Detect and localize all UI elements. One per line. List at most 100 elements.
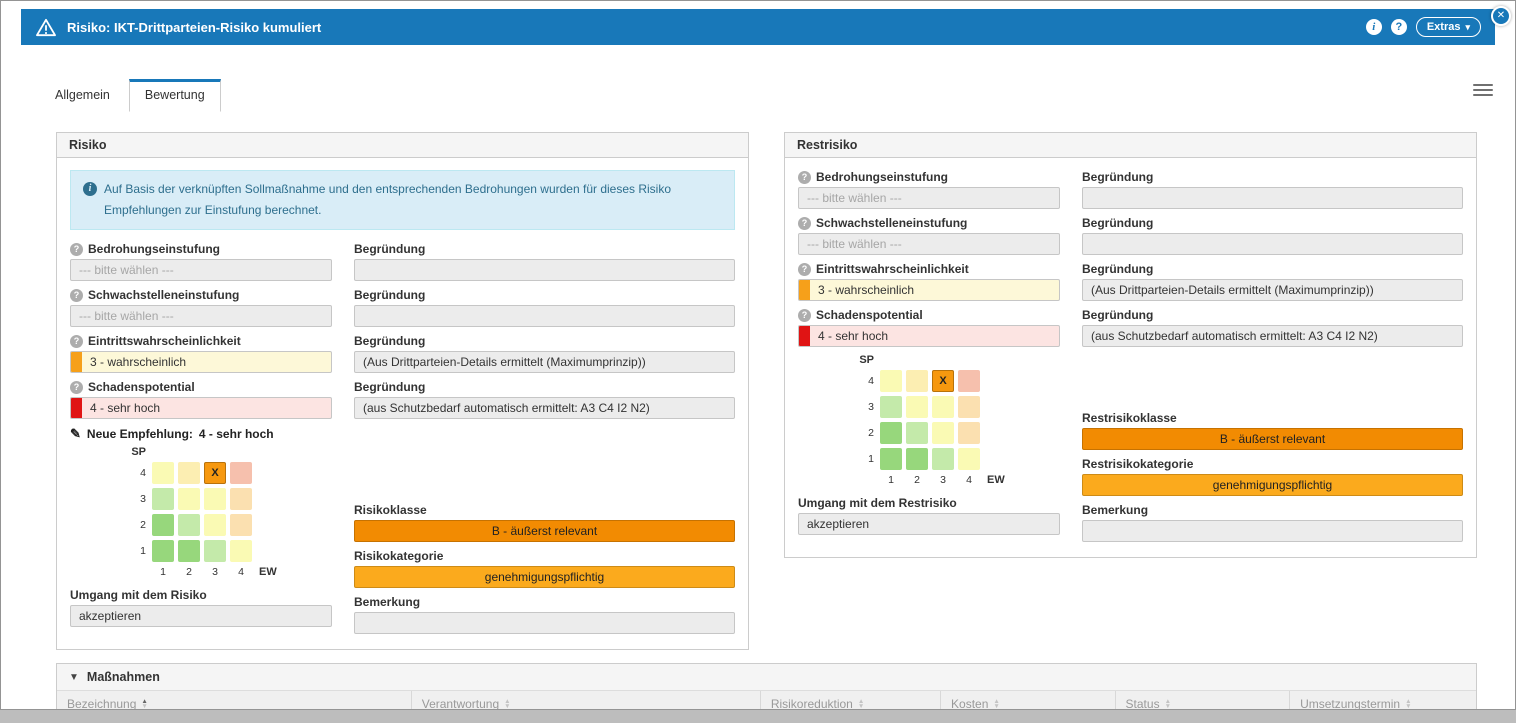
begruendung-input-4[interactable]: (aus Schutzbedarf automatisch ermittelt:… <box>354 397 735 419</box>
help-circle-icon[interactable]: ? <box>798 217 811 230</box>
matrix-cell[interactable] <box>880 396 902 418</box>
matrix-cell[interactable] <box>204 514 226 536</box>
matrix-marker-cell[interactable]: X <box>932 370 954 392</box>
matrix-x-tick: 2 <box>906 474 928 486</box>
matrix-cell[interactable] <box>204 540 226 562</box>
restrisikoklasse-bar: B - äußerst relevant <box>1082 428 1463 450</box>
matrix-x-tick: 1 <box>152 566 174 578</box>
matrix-y-tick: 3 <box>854 401 874 413</box>
schadenspotential-field[interactable]: 4 - sehr hoch <box>70 397 332 419</box>
begruendung-input-1[interactable] <box>354 259 735 281</box>
matrix-cell[interactable] <box>932 448 954 470</box>
info-icon[interactable]: i <box>1366 19 1382 35</box>
massnahmen-section: ▼ Maßnahmen Bezeichnung▲▼Verantwortung▲▼… <box>56 663 1477 710</box>
matrix-x-tick: 1 <box>880 474 902 486</box>
help-circle-icon[interactable]: ? <box>798 171 811 184</box>
matrix-cell[interactable] <box>958 396 980 418</box>
matrix-cell[interactable] <box>880 370 902 392</box>
matrix-cell[interactable] <box>880 422 902 444</box>
info-circle-icon: i <box>83 182 97 196</box>
matrix-cell[interactable] <box>152 514 174 536</box>
matrix-cell[interactable] <box>906 448 928 470</box>
matrix-cell[interactable] <box>906 422 928 444</box>
table-column-header[interactable]: Risikoreduktion▲▼ <box>761 691 941 710</box>
edit-pencil-icon[interactable]: ✎ <box>70 426 81 442</box>
hamburger-menu-icon[interactable] <box>1473 84 1493 96</box>
matrix-x-axis-label: EW <box>259 566 277 578</box>
matrix-cell[interactable] <box>178 540 200 562</box>
help-circle-icon[interactable]: ? <box>70 335 83 348</box>
help-circle-icon[interactable]: ? <box>70 289 83 302</box>
damage-color-chip <box>71 398 82 418</box>
matrix-cell[interactable] <box>932 396 954 418</box>
matrix-cell[interactable] <box>230 488 252 510</box>
matrix-y-tick: 1 <box>854 453 874 465</box>
matrix-marker-cell[interactable]: X <box>204 462 226 484</box>
help-circle-icon[interactable]: ? <box>798 263 811 276</box>
begruendung-label: Begründung <box>1082 262 1153 276</box>
matrix-cell[interactable] <box>204 488 226 510</box>
bemerkung-input[interactable] <box>354 612 735 634</box>
matrix-cell[interactable] <box>230 514 252 536</box>
matrix-cell[interactable] <box>906 370 928 392</box>
matrix-cell[interactable] <box>178 462 200 484</box>
begruendung-input-2[interactable] <box>354 305 735 327</box>
table-column-header[interactable]: Kosten▲▼ <box>941 691 1116 710</box>
begruendung-label: Begründung <box>354 288 425 302</box>
rest-begruendung-input-4[interactable]: (aus Schutzbedarf automatisch ermittelt:… <box>1082 325 1463 347</box>
column-label: Umsetzungstermin <box>1300 697 1400 710</box>
begruendung-label: Begründung <box>1082 216 1153 230</box>
chevron-down-icon: ▾ <box>1465 22 1470 33</box>
tab-bewertung[interactable]: Bewertung <box>129 79 221 112</box>
matrix-cell[interactable] <box>178 514 200 536</box>
matrix-y-axis-label: SP <box>126 446 146 458</box>
table-column-header[interactable]: Bezeichnung▲▼ <box>57 691 412 710</box>
umgang-risiko-select[interactable]: akzeptieren <box>70 605 332 627</box>
matrix-cell[interactable] <box>152 462 174 484</box>
eintrittswahrscheinlichkeit-field[interactable]: 3 - wahrscheinlich <box>70 351 332 373</box>
help-icon[interactable]: ? <box>1391 19 1407 35</box>
table-column-header[interactable]: Status▲▼ <box>1116 691 1291 710</box>
table-column-header[interactable]: Verantwortung▲▼ <box>412 691 761 710</box>
sort-arrows-icon: ▲▼ <box>504 699 510 710</box>
matrix-cell[interactable] <box>152 488 174 510</box>
massnahmen-section-header[interactable]: ▼ Maßnahmen <box>57 664 1476 691</box>
rest-bedrohung-label: Bedrohungseinstufung <box>816 170 948 184</box>
table-column-header[interactable]: Umsetzungstermin▲▼ <box>1290 691 1476 710</box>
help-circle-icon[interactable]: ? <box>70 243 83 256</box>
risiko-panel-title: Risiko <box>57 133 748 158</box>
matrix-cell[interactable] <box>880 448 902 470</box>
rest-eintritt-value: 3 - wahrscheinlich <box>818 283 914 297</box>
rest-schadenspotential-field[interactable]: 4 - sehr hoch <box>798 325 1060 347</box>
bedrohungseinstufung-select[interactable]: --- bitte wählen --- <box>70 259 332 281</box>
rest-bemerkung-input[interactable] <box>1082 520 1463 542</box>
close-button[interactable]: ✕ <box>1491 6 1511 26</box>
sort-arrows-icon: ▲▼ <box>858 699 864 710</box>
eintritt-value: 3 - wahrscheinlich <box>90 355 186 369</box>
matrix-cell[interactable] <box>958 448 980 470</box>
help-circle-icon[interactable]: ? <box>798 309 811 322</box>
tab-allgemein[interactable]: Allgemein <box>39 79 126 112</box>
matrix-cell[interactable] <box>178 488 200 510</box>
matrix-cell[interactable] <box>932 422 954 444</box>
extras-button[interactable]: Extras ▾ <box>1416 17 1481 37</box>
matrix-x-tick: 4 <box>230 566 252 578</box>
schwachstelleneinstufung-select[interactable]: --- bitte wählen --- <box>70 305 332 327</box>
matrix-cell[interactable] <box>230 540 252 562</box>
matrix-cell[interactable] <box>230 462 252 484</box>
rest-begruendung-input-2[interactable] <box>1082 233 1463 255</box>
rest-schwachstelleneinstufung-select[interactable]: --- bitte wählen --- <box>798 233 1060 255</box>
begruendung-input-3[interactable]: (Aus Drittparteien-Details ermittelt (Ma… <box>354 351 735 373</box>
help-circle-icon[interactable]: ? <box>70 381 83 394</box>
matrix-cell[interactable] <box>958 370 980 392</box>
rest-begruendung-input-1[interactable] <box>1082 187 1463 209</box>
matrix-cell[interactable] <box>152 540 174 562</box>
matrix-cell[interactable] <box>906 396 928 418</box>
matrix-cell[interactable] <box>958 422 980 444</box>
rest-begruendung-input-3[interactable]: (Aus Drittparteien-Details ermittelt (Ma… <box>1082 279 1463 301</box>
rest-bedrohungseinstufung-select[interactable]: --- bitte wählen --- <box>798 187 1060 209</box>
dialog-titlebar: Risiko: IKT-Drittparteien-Risiko kumulie… <box>21 9 1495 45</box>
rest-eintrittswahrscheinlichkeit-field[interactable]: 3 - wahrscheinlich <box>798 279 1060 301</box>
umgang-restrisiko-select[interactable]: akzeptieren <box>798 513 1060 535</box>
column-label: Status <box>1126 697 1160 710</box>
